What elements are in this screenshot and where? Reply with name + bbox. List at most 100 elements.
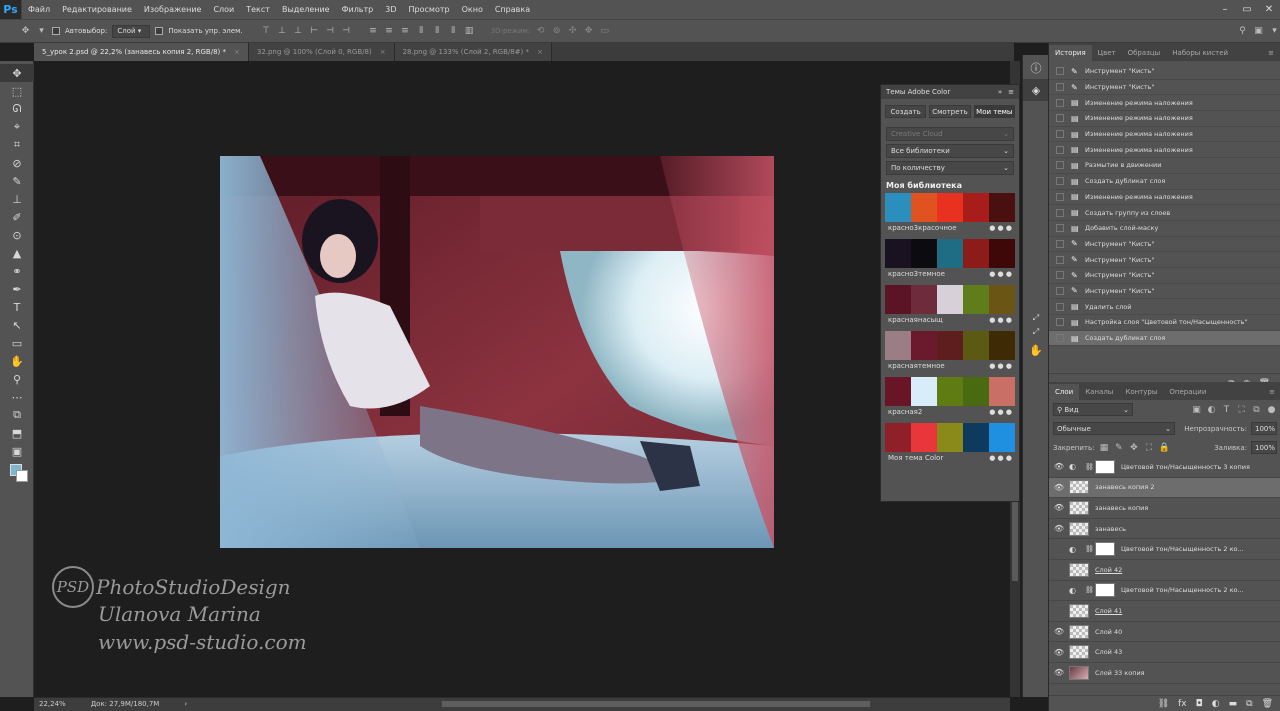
- scroll-thumb[interactable]: [442, 701, 870, 707]
- align-center-icon[interactable]: ⊣: [325, 26, 336, 36]
- history-source-checkbox[interactable]: [1056, 83, 1064, 92]
- color-swatch[interactable]: [963, 285, 989, 314]
- history-item[interactable]: ▤ Изменение режима наложения: [1049, 190, 1280, 206]
- color-swatch[interactable]: [885, 193, 911, 222]
- tab-create[interactable]: Создать: [885, 105, 927, 118]
- color-swatch[interactable]: [911, 423, 937, 452]
- history-source-checkbox[interactable]: [1056, 255, 1064, 264]
- layer-name[interactable]: занавесь копия: [1095, 504, 1148, 512]
- menu-item[interactable]: Фильтр: [336, 5, 380, 14]
- layer-row[interactable]: 👁 занавесь: [1049, 519, 1280, 540]
- scale-3d-icon[interactable]: ▭: [599, 26, 610, 36]
- filter-pixel-icon[interactable]: ▣: [1191, 405, 1202, 415]
- layer-thumbnail[interactable]: [1069, 562, 1089, 577]
- info-icon[interactable]: ⓘ: [1023, 57, 1049, 79]
- history-item[interactable]: ▤ Изменение режима наложения: [1049, 127, 1280, 143]
- tool-button[interactable]: ⊥: [0, 190, 34, 208]
- history-item[interactable]: ▤ Размытие в движении: [1049, 158, 1280, 174]
- theme-swatches[interactable]: [885, 423, 1015, 452]
- hand-icon[interactable]: ✋: [1023, 339, 1049, 361]
- tool-button[interactable]: ✒: [0, 280, 34, 298]
- fill-input[interactable]: 100%: [1251, 441, 1277, 454]
- visibility-eye-icon[interactable]: 👁: [1049, 503, 1069, 512]
- theme-swatches[interactable]: [885, 193, 1015, 222]
- document-canvas[interactable]: [220, 156, 774, 548]
- color-swatch[interactable]: [911, 193, 937, 222]
- color-swatch[interactable]: [989, 239, 1015, 268]
- history-source-checkbox[interactable]: [1056, 161, 1064, 170]
- history-source-checkbox[interactable]: [1056, 67, 1064, 76]
- menu-item[interactable]: Слои: [207, 5, 240, 14]
- color-theme[interactable]: краснаянасыщ ● ● ●: [885, 285, 1015, 326]
- close-button[interactable]: ✕: [1258, 4, 1280, 15]
- tab-28-png[interactable]: 28.png @ 133% (Слой 2, RGB/8#) * ×: [394, 43, 552, 61]
- tool-button[interactable]: ✐: [0, 208, 34, 226]
- history-item[interactable]: ▤ Изменение режима наложения: [1049, 142, 1280, 159]
- color-swatch[interactable]: [937, 331, 963, 360]
- menu-item[interactable]: Окно: [456, 5, 489, 14]
- color-swatch[interactable]: [885, 285, 911, 314]
- history-source-checkbox[interactable]: [1056, 177, 1064, 186]
- color-swatch[interactable]: [937, 239, 963, 268]
- layer-mask-thumbnail[interactable]: [1095, 542, 1115, 557]
- tab-swatches[interactable]: Образцы: [1122, 45, 1167, 61]
- creative-cloud-dropdown[interactable]: Creative Cloud ⌄: [886, 127, 1014, 141]
- collapse-icon[interactable]: »: [998, 88, 1002, 96]
- new-layer-icon[interactable]: ⧉: [1246, 699, 1252, 709]
- layer-name[interactable]: Слой 40: [1095, 628, 1122, 636]
- link-icon[interactable]: ⛓: [1158, 699, 1169, 709]
- layer-thumbnail[interactable]: [1069, 500, 1089, 515]
- history-item[interactable]: ✎ Инструмент "Кисть": [1049, 284, 1280, 300]
- distribute-bottom-icon[interactable]: ≡: [400, 26, 411, 36]
- layer-mask-thumbnail[interactable]: [1095, 583, 1115, 598]
- drag-3d-icon[interactable]: ✣: [567, 26, 578, 36]
- layer-row[interactable]: ◐ ⛓ Цветовой тон/Насыщенность 2 ко...: [1049, 581, 1280, 602]
- history-item[interactable]: ▤ Изменение режима наложения: [1049, 95, 1280, 112]
- history-list[interactable]: ✎ Инструмент "Кисть" ✎ Инструмент "Кисть" ▤ И…: [1049, 61, 1280, 373]
- history-source-checkbox[interactable]: [1056, 145, 1064, 154]
- scroll-thumb[interactable]: [1012, 501, 1018, 581]
- lock-all-icon[interactable]: 🔒: [1158, 443, 1169, 453]
- align-bottom-icon[interactable]: ⊥: [293, 26, 304, 36]
- tab-my-themes[interactable]: Мои темы: [973, 105, 1015, 118]
- color-theme[interactable]: красно3темное ● ● ●: [885, 239, 1015, 280]
- tab-history[interactable]: История: [1049, 45, 1092, 61]
- menu-item[interactable]: Справка: [489, 5, 536, 14]
- status-arrow-icon[interactable]: ›: [184, 700, 187, 708]
- roll-3d-icon[interactable]: ⊚: [551, 26, 562, 36]
- workspace-chevron-icon[interactable]: ▾: [1269, 26, 1280, 36]
- tool-button[interactable]: ⊙: [0, 226, 34, 244]
- layer-name[interactable]: занавесь: [1095, 525, 1126, 533]
- libraries-dropdown[interactable]: Все библиотеки ⌄: [886, 144, 1014, 158]
- tool-button[interactable]: ⊘: [0, 154, 34, 172]
- color-swatch[interactable]: [963, 193, 989, 222]
- more-options-icon[interactable]: ● ● ●: [989, 362, 1012, 370]
- lock-artboard-icon[interactable]: ⛶: [1143, 443, 1154, 453]
- align-right-icon[interactable]: ⊣: [341, 26, 352, 36]
- menu-item[interactable]: Изображение: [138, 5, 208, 14]
- layer-filter-dropdown[interactable]: ⚲ Вид ⌄: [1053, 403, 1133, 416]
- tool-button[interactable]: ⚭: [0, 262, 34, 280]
- layer-name[interactable]: Слой 42: [1095, 566, 1122, 574]
- theme-swatches[interactable]: [885, 377, 1015, 406]
- color-swatch[interactable]: [885, 239, 911, 268]
- color-swatch[interactable]: [937, 377, 963, 406]
- lock-image-icon[interactable]: ✎: [1113, 443, 1124, 453]
- theme-swatches[interactable]: [885, 285, 1015, 314]
- history-item[interactable]: ▤ Удалить слой: [1049, 299, 1280, 315]
- collapse-icon[interactable]: ⤢: [1023, 325, 1049, 339]
- lock-position-icon[interactable]: ✥: [1128, 443, 1139, 453]
- history-source-checkbox[interactable]: [1056, 318, 1064, 327]
- color-swatch[interactable]: [989, 285, 1015, 314]
- history-item[interactable]: ✎ Инструмент "Кисть": [1049, 252, 1280, 268]
- visibility-eye-icon[interactable]: 👁: [1049, 462, 1069, 471]
- visibility-eye-icon[interactable]: 👁: [1049, 627, 1069, 636]
- tool-button[interactable]: ⋯: [0, 388, 34, 406]
- slide-3d-icon[interactable]: ✥: [583, 26, 594, 36]
- tool-button[interactable]: ⬒: [0, 424, 34, 442]
- color-swatch[interactable]: [963, 423, 989, 452]
- menu-item[interactable]: Просмотр: [403, 5, 456, 14]
- visibility-eye-icon[interactable]: 👁: [1049, 648, 1069, 657]
- layer-name[interactable]: занавесь копия 2: [1095, 483, 1154, 491]
- color-swatch[interactable]: [911, 377, 937, 406]
